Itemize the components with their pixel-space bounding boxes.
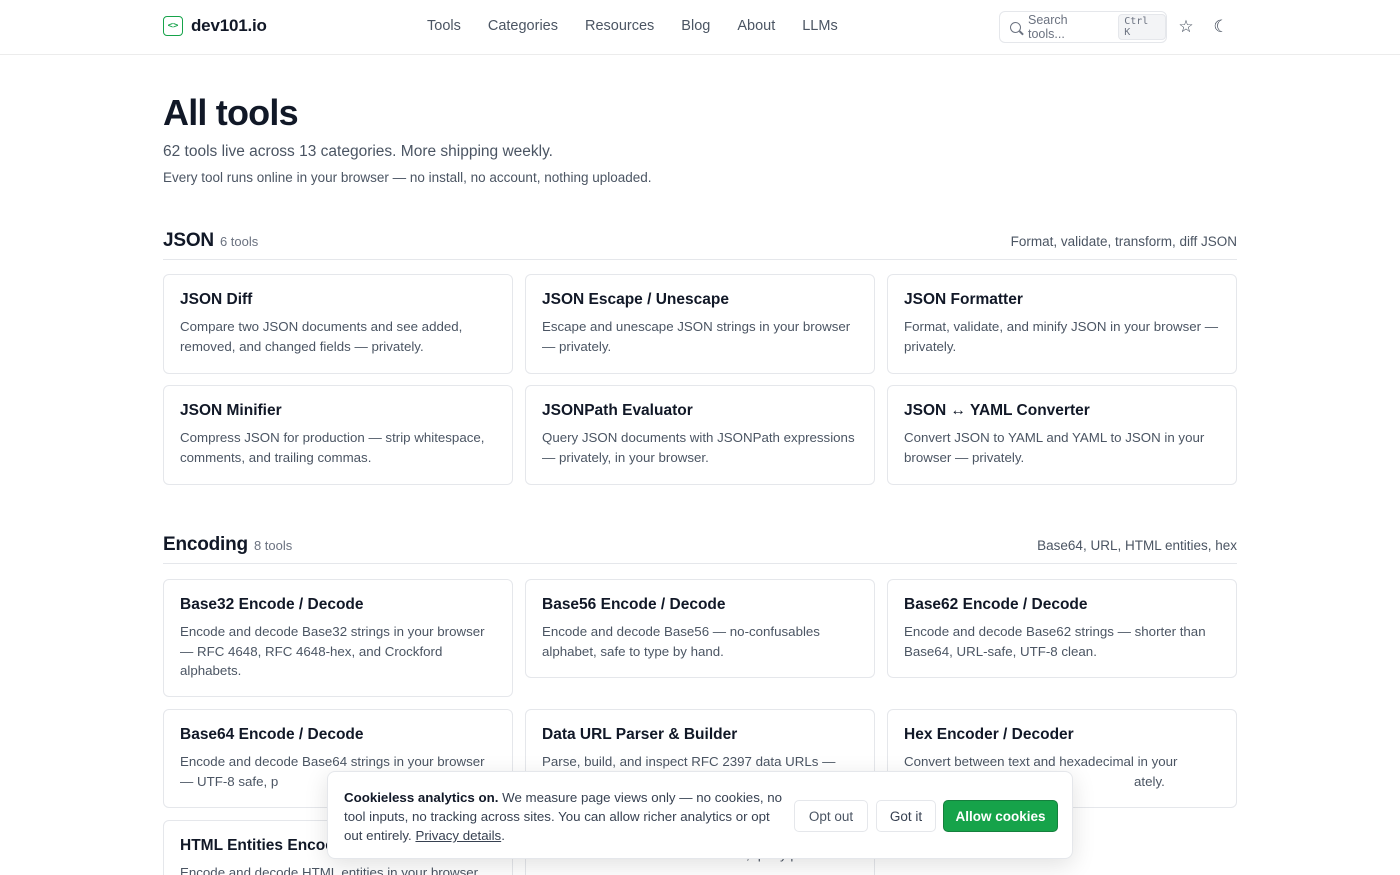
star-icon[interactable]: ☆ bbox=[1176, 16, 1196, 38]
section-header-encoding: Encoding 8 tools Base64, URL, HTML entiti… bbox=[163, 534, 1237, 564]
tool-card-json-minifier[interactable]: JSON Minifier Compress JSON for producti… bbox=[163, 385, 513, 485]
section-title-text: Encoding bbox=[163, 534, 248, 555]
logo-link[interactable]: <> dev101.io bbox=[163, 16, 267, 36]
tool-description: Encode and decode Base32 strings in your… bbox=[180, 624, 485, 678]
tool-description: Query JSON documents with JSONPath expre… bbox=[542, 430, 855, 465]
tool-card-json-formatter[interactable]: JSON Formatter Format, validate, and min… bbox=[887, 274, 1237, 374]
tool-description: Encode and decode HTML entities in your … bbox=[180, 865, 479, 875]
tool-title: JSON Diff bbox=[180, 291, 253, 308]
page-subtitle: Every tool runs online in your browser —… bbox=[163, 170, 652, 185]
nav-blog[interactable]: Blog bbox=[681, 18, 710, 34]
tool-description-text: Convert between text and hexadecimal in … bbox=[904, 754, 1178, 769]
tool-card-json-escape[interactable]: JSON Escape / Unescape Escape and unesca… bbox=[525, 274, 875, 374]
privacy-details-link[interactable]: Privacy details bbox=[415, 828, 501, 843]
tool-description: Convert JSON to YAML and YAML to JSON in… bbox=[904, 430, 1205, 465]
section-description: Format, validate, transform, diff JSON bbox=[1010, 234, 1237, 249]
tool-card-jsonpath[interactable]: JSONPath Evaluator Query JSON documents … bbox=[525, 385, 875, 485]
tool-description: Escape and unescape JSON strings in your… bbox=[542, 319, 851, 354]
section-title-text: JSON bbox=[163, 230, 214, 251]
cookie-message: Cookieless analytics on. We measure page… bbox=[344, 788, 790, 845]
section-title: JSON 6 tools bbox=[163, 230, 258, 252]
tool-title: Base56 Encode / Decode bbox=[542, 596, 726, 613]
tool-description: Encode and decode Base56 — no-confusable… bbox=[542, 624, 820, 659]
tool-description: Compare two JSON documents and see added… bbox=[180, 319, 463, 354]
code-brackets-icon: <> bbox=[163, 16, 183, 36]
tool-card-base62[interactable]: Base62 Encode / Decode Encode and decode… bbox=[887, 579, 1237, 678]
tool-description: Format, validate, and minify JSON in you… bbox=[904, 319, 1219, 354]
tool-title: Base64 Encode / Decode bbox=[180, 726, 364, 743]
page-lead: 62 tools live across 13 categories. More… bbox=[163, 143, 553, 160]
nav-resources[interactable]: Resources bbox=[585, 18, 654, 34]
tool-title: Base62 Encode / Decode bbox=[904, 596, 1088, 613]
got-it-button[interactable]: Got it bbox=[876, 800, 936, 832]
top-navbar: <> dev101.io Tools Categories Resources … bbox=[0, 0, 1400, 55]
search-shortcut-badge: Ctrl K bbox=[1118, 14, 1166, 40]
tool-card-base32[interactable]: Base32 Encode / Decode Encode and decode… bbox=[163, 579, 513, 697]
tool-description: Encode and decode Base62 strings — short… bbox=[904, 624, 1206, 659]
cookie-banner: Cookieless analytics on. We measure page… bbox=[327, 771, 1073, 859]
allow-cookies-button[interactable]: Allow cookies bbox=[943, 800, 1058, 832]
main-nav: Tools Categories Resources Blog About LL… bbox=[427, 18, 838, 34]
tool-title: JSONPath Evaluator bbox=[542, 402, 693, 419]
page-title: All tools bbox=[163, 92, 299, 133]
tool-title: Data URL Parser & Builder bbox=[542, 726, 738, 743]
logo-text: dev101.io bbox=[191, 16, 267, 35]
cookie-period: . bbox=[501, 828, 505, 843]
search-placeholder: Search tools... bbox=[1028, 13, 1068, 41]
tool-card-json-diff[interactable]: JSON Diff Compare two JSON documents and… bbox=[163, 274, 513, 374]
nav-about[interactable]: About bbox=[737, 18, 775, 34]
tool-title: Hex Encoder / Decoder bbox=[904, 726, 1074, 743]
tool-title: JSON Escape / Unescape bbox=[542, 291, 729, 308]
tool-card-base56[interactable]: Base56 Encode / Decode Encode and decode… bbox=[525, 579, 875, 678]
section-count: 8 tools bbox=[253, 538, 293, 553]
section-header-json: JSON 6 tools Format, validate, transform,… bbox=[163, 230, 1237, 260]
tool-description: Parse, build, and inspect RFC 2397 data … bbox=[542, 754, 836, 769]
cookie-heading: Cookieless analytics on. bbox=[344, 790, 499, 805]
section-count: 6 tools bbox=[219, 234, 259, 249]
nav-llms[interactable]: LLMs bbox=[802, 18, 837, 34]
tool-description: Compress JSON for production — strip whi… bbox=[180, 430, 485, 465]
tool-card-json-yaml[interactable]: JSON ↔ YAML Converter Convert JSON to YA… bbox=[887, 385, 1237, 485]
tool-title: JSON ↔ YAML Converter bbox=[904, 402, 1090, 419]
search-button[interactable]: Search tools... Ctrl K bbox=[999, 11, 1167, 43]
search-icon bbox=[1010, 21, 1021, 33]
tool-title: JSON Minifier bbox=[180, 402, 282, 419]
moon-icon[interactable]: ☾ bbox=[1211, 16, 1231, 38]
section-description: Base64, URL, HTML entities, hex bbox=[1037, 538, 1237, 553]
opt-out-button[interactable]: Opt out bbox=[794, 800, 868, 832]
nav-categories[interactable]: Categories bbox=[488, 18, 558, 34]
tool-title: Base32 Encode / Decode bbox=[180, 596, 364, 613]
section-title: Encoding 8 tools bbox=[163, 534, 292, 556]
tool-title: JSON Formatter bbox=[904, 291, 1023, 308]
nav-tools[interactable]: Tools bbox=[427, 18, 461, 34]
